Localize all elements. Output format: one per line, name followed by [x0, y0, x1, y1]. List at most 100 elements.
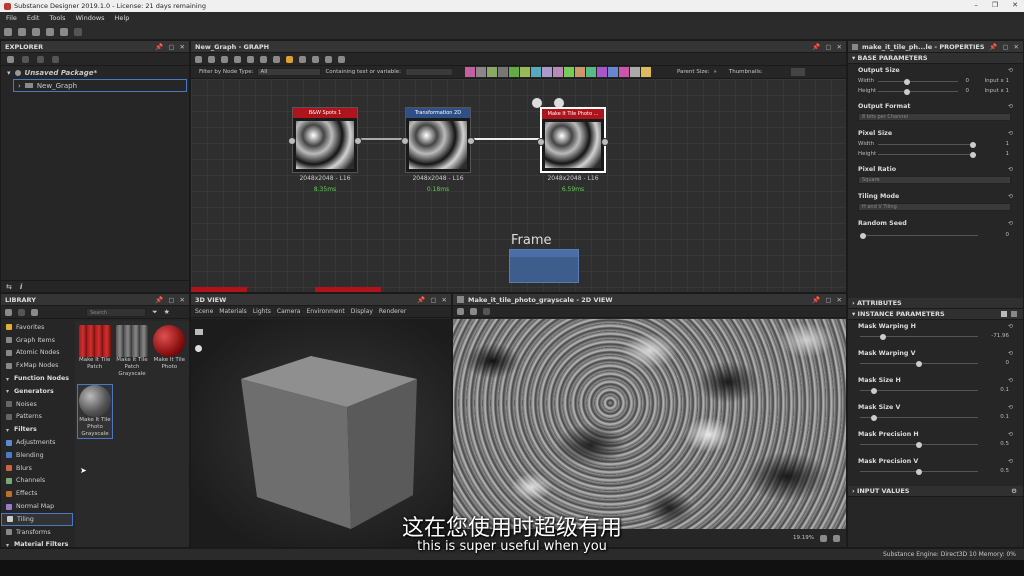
info-icon[interactable]: i: [20, 283, 22, 291]
layout-icon[interactable]: ⇆: [6, 283, 12, 291]
tile-icon[interactable]: [483, 308, 490, 315]
copy-icon[interactable]: [470, 308, 477, 315]
pin-icon[interactable]: 📌: [155, 296, 163, 304]
instance-parameters-section[interactable]: ▾ INSTANCE PARAMETERS: [848, 309, 1023, 320]
close-icon[interactable]: ✕: [1012, 1, 1018, 9]
new-icon[interactable]: [7, 55, 14, 63]
attributes-section[interactable]: › ATTRIBUTES: [848, 298, 1023, 309]
thumbnails-toggle[interactable]: [790, 68, 805, 76]
edit-icon[interactable]: [1011, 311, 1017, 317]
param-slider[interactable]: [860, 414, 978, 421]
package-row[interactable]: ▾ Unsaved Package*: [1, 66, 189, 79]
open-icon[interactable]: [22, 55, 29, 63]
menu-scene[interactable]: Scene: [195, 308, 213, 315]
param-slider[interactable]: [860, 360, 978, 367]
slider-knob[interactable]: [916, 468, 922, 475]
redo-icon[interactable]: [74, 27, 82, 36]
filter-type-icon[interactable]: [475, 67, 486, 77]
library-settings-icon[interactable]: [5, 308, 12, 316]
library-tile-selected[interactable]: Make It Tile Photo Grayscale: [77, 384, 113, 439]
param-slider[interactable]: [860, 441, 978, 448]
filter-type-icon[interactable]: [519, 67, 530, 77]
comment-icon[interactable]: [299, 55, 306, 63]
library-category[interactable]: ▾ Filters: [1, 423, 73, 436]
slider-knob[interactable]: [871, 414, 877, 421]
library-category[interactable]: Graph Items: [1, 334, 73, 347]
menu-tools[interactable]: Tools: [49, 14, 65, 22]
pixel-height-slider[interactable]: [878, 151, 976, 158]
input-values-section[interactable]: › INPUT VALUES ⚙: [848, 486, 1023, 497]
reset-icon[interactable]: ⟲: [1008, 431, 1013, 438]
menu-materials[interactable]: Materials: [219, 308, 247, 315]
reset-icon[interactable]: ⟲: [1008, 404, 1013, 411]
library-category[interactable]: Adjustments: [1, 436, 73, 449]
menu-camera[interactable]: Camera: [277, 308, 301, 315]
filter-type-icon[interactable]: [508, 67, 519, 77]
output-port[interactable]: [467, 137, 475, 145]
library-category[interactable]: Blurs: [1, 462, 73, 475]
filter-type-icon[interactable]: [640, 67, 651, 77]
menu-display[interactable]: Display: [351, 308, 373, 315]
close-icon[interactable]: ✕: [180, 43, 185, 51]
menu-renderer[interactable]: Renderer: [379, 308, 406, 315]
expose-icon[interactable]: [1001, 311, 1007, 317]
save-all-icon[interactable]: [46, 27, 54, 36]
output-port[interactable]: [354, 137, 362, 145]
param-slider[interactable]: [860, 333, 978, 340]
library-search-input[interactable]: Search: [86, 307, 146, 317]
tiling-mode-select[interactable]: H and V Tiling: [858, 203, 1011, 211]
filter-type-icon[interactable]: [497, 67, 508, 77]
library-category[interactable]: FxMap Nodes: [1, 359, 73, 372]
library-edit-icon[interactable]: [31, 308, 38, 316]
close-icon[interactable]: ✕: [180, 296, 185, 304]
new-package-icon[interactable]: [4, 27, 12, 36]
gear-icon[interactable]: ⚙: [1011, 487, 1017, 495]
close-icon[interactable]: ✕: [837, 296, 842, 304]
filter-type-icon[interactable]: [585, 67, 596, 77]
library-tile[interactable]: Make It Tile Photo: [152, 325, 187, 378]
slider-knob[interactable]: [916, 441, 922, 448]
parent-size-value[interactable]: »: [713, 69, 716, 75]
camera-icon[interactable]: [221, 55, 228, 63]
pixel-width-slider[interactable]: [878, 141, 976, 148]
close-icon[interactable]: ✕: [837, 43, 842, 51]
float-icon[interactable]: ▢: [430, 296, 436, 304]
chevron-down-icon[interactable]: ▾: [7, 69, 11, 77]
reset-icon[interactable]: ⟲: [1008, 193, 1013, 200]
graph-node-selected[interactable]: Make It Tile Photo ...: [537, 107, 609, 173]
select-icon[interactable]: [195, 55, 202, 63]
output-port[interactable]: [601, 138, 609, 146]
reset-icon[interactable]: ⟲: [1008, 103, 1013, 110]
save-image-icon[interactable]: [457, 308, 464, 315]
float-icon[interactable]: ▢: [825, 296, 831, 304]
pin-icon[interactable]: 📌: [417, 296, 425, 304]
height-mode[interactable]: Input x 1: [985, 88, 1010, 94]
menu-environment[interactable]: Environment: [306, 308, 344, 315]
align-icon[interactable]: [273, 55, 280, 63]
pin-icon[interactable]: 📌: [989, 43, 997, 51]
library-category[interactable]: ▾ Function Nodes: [1, 372, 73, 385]
reset-icon[interactable]: ⟲: [1008, 166, 1013, 173]
graph-node-partial[interactable]: [191, 287, 247, 292]
menu-windows[interactable]: Windows: [76, 14, 105, 22]
reset-icon[interactable]: ⟲: [1008, 458, 1013, 465]
favorite-icon[interactable]: ★: [164, 308, 170, 316]
graph-node[interactable]: B&W Spots 1: [288, 107, 362, 173]
library-add-icon[interactable]: [18, 308, 25, 316]
info-icon[interactable]: [234, 55, 241, 63]
height-slider[interactable]: [878, 88, 958, 95]
base-parameters-section[interactable]: ▾ BASE PARAMETERS: [848, 53, 1023, 64]
width-slider[interactable]: [878, 78, 958, 85]
filter-type-icon[interactable]: [541, 67, 552, 77]
library-category[interactable]: Noises: [1, 398, 73, 411]
input-port[interactable]: [401, 137, 409, 145]
undo-icon[interactable]: [60, 27, 68, 36]
pixel-ratio-select[interactable]: Square: [858, 176, 1011, 184]
reset-icon[interactable]: ⟲: [1008, 67, 1013, 74]
reset-icon[interactable]: ⟲: [1008, 323, 1013, 330]
library-tile[interactable]: Make It Tile Patch: [77, 325, 112, 378]
slider-knob[interactable]: [871, 387, 877, 394]
param-slider[interactable]: [860, 387, 978, 394]
width-mode[interactable]: Input x 1: [985, 78, 1010, 84]
filter-select[interactable]: All: [257, 68, 322, 76]
